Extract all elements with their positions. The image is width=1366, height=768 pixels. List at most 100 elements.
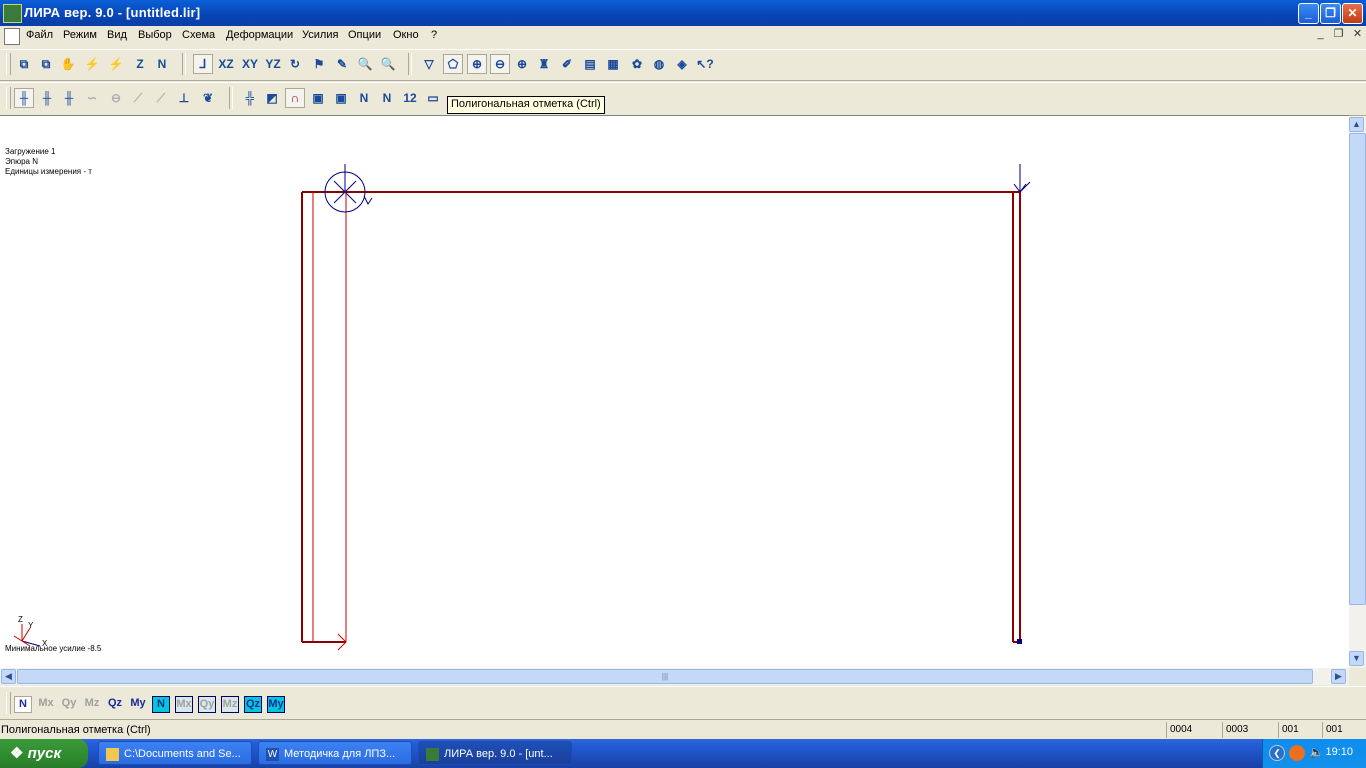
menu-deformations[interactable]: Деформации (226, 28, 293, 44)
grid-frame-3-icon[interactable]: ╫ (59, 88, 79, 108)
mark-n-icon[interactable]: N (152, 54, 172, 74)
force-my-button[interactable]: My (129, 696, 147, 713)
force-qy-button[interactable]: Qy (60, 696, 78, 713)
menu-bar: Файл Режим Вид Выбор Схема Деформации Ус… (0, 26, 1366, 45)
edit-elements-icon[interactable]: ⚡ (106, 54, 126, 74)
menu-forces[interactable]: Усилия (302, 28, 338, 44)
deform-curve-icon[interactable]: ∽ (82, 88, 102, 108)
xy-projection-icon[interactable]: XY (240, 54, 260, 74)
numbering-nodes-icon[interactable]: N (377, 88, 397, 108)
menu-view[interactable]: Вид (107, 28, 127, 44)
menu-select[interactable]: Выбор (138, 28, 172, 44)
zoom-fit-icon[interactable]: 🔍 (378, 54, 398, 74)
select-node-icon[interactable]: ⊕ (467, 54, 487, 74)
close-button[interactable]: ✕ (1342, 3, 1363, 24)
task-explorer[interactable]: C:\Documents and Se... (98, 741, 252, 765)
scroll-right-button[interactable]: ▶ (1331, 669, 1346, 684)
select-fe-icon[interactable]: ⊕ (512, 54, 532, 74)
menu-file[interactable]: Файл (26, 28, 53, 44)
edit-nodes-icon[interactable]: ⚡ (82, 54, 102, 74)
deform-mode-icon[interactable]: ⊖ (106, 88, 126, 108)
minimize-button[interactable]: _ (1298, 3, 1319, 24)
xz-projection-icon[interactable]: XZ (216, 54, 236, 74)
menu-window[interactable]: Окно (393, 28, 419, 44)
axis-view-icon[interactable]: ⅃ (193, 54, 213, 74)
tray-app-icon[interactable] (1289, 745, 1305, 761)
maximize-button[interactable]: ❐ (1320, 3, 1341, 24)
layers-icon[interactable]: ▤ (580, 54, 600, 74)
min-force-label: Минимальное усилие -8.5 (5, 644, 102, 653)
hand-alert-icon[interactable]: ✋ (58, 54, 78, 74)
system-tray: ❮ 🔈 19:10 (1262, 739, 1366, 768)
task-word[interactable]: W Методичка для ЛПЗ... (258, 741, 412, 765)
mdi-restore-button[interactable]: ❐ (1331, 28, 1346, 42)
zoom-icon[interactable]: 🔍 (355, 54, 375, 74)
diagram-qy-button[interactable]: Qy (198, 696, 216, 713)
mark-z-icon[interactable]: Z (130, 54, 150, 74)
title-bar[interactable]: ЛИРА вер. 9.0 - [untitled.lir] _ ❐ ✕ (0, 0, 1366, 26)
copy-scheme-icon[interactable]: ⧉ (14, 54, 34, 74)
force-qz-button[interactable]: Qz (106, 696, 124, 713)
pencil-icon[interactable]: ✎ (332, 54, 352, 74)
force-mx-button[interactable]: Mx (37, 696, 55, 713)
document-icon[interactable] (4, 28, 20, 45)
diagram-mz-button[interactable]: Mz (221, 696, 239, 713)
diagram-qz-button[interactable]: Qz (244, 696, 262, 713)
grid-frame-icon[interactable]: ╫ (14, 88, 34, 108)
diagram-my-button[interactable]: My (267, 696, 285, 713)
diagram-icon[interactable]: ⊥ (174, 88, 194, 108)
toolbar-grip[interactable] (6, 87, 11, 109)
scroll-up-button[interactable]: ▲ (1349, 117, 1364, 132)
copy-icon[interactable]: ⧉ (36, 54, 56, 74)
displacement-z-icon[interactable]: ⟋ (151, 88, 171, 108)
mosaic-icon[interactable]: ◩ (262, 88, 282, 108)
filter-icon[interactable]: ▽ (419, 54, 439, 74)
grid-frame-2-icon[interactable]: ╫ (37, 88, 57, 108)
vertical-scroll-thumb[interactable] (1349, 133, 1366, 605)
document-page-icon[interactable]: ▭ (423, 88, 443, 108)
force-diagram-icon[interactable]: ∩ (285, 88, 305, 108)
task-lira[interactable]: ЛИРА вер. 9.0 - [unt... (418, 741, 572, 765)
tray-arrow-icon[interactable]: ❮ (1269, 745, 1285, 761)
scroll-down-button[interactable]: ▼ (1349, 651, 1364, 666)
polygon-mark-icon[interactable]: ⬠ (443, 54, 463, 74)
toolbar-grip[interactable] (6, 53, 11, 75)
main-toolbar: ⧉ ⧉ ✋ ⚡ ⚡ Z N ⅃ XZ XY YZ ↻ ⚑ ✎ 🔍 🔍 ▽ ⬠ ⊕… (0, 49, 1366, 81)
isofield-icon[interactable]: ▣ (308, 88, 328, 108)
rotate-icon[interactable]: ↻ (285, 54, 305, 74)
toolbar-grip[interactable] (6, 692, 11, 714)
start-button[interactable]: ❖ пуск (0, 739, 88, 768)
context-help-icon[interactable]: ↖? (695, 54, 715, 74)
volume-icon[interactable]: 🔈 (1309, 745, 1324, 761)
menu-options[interactable]: Опции (348, 28, 381, 44)
lira-app-icon[interactable] (3, 4, 22, 23)
clock[interactable]: 19:10 (1325, 746, 1353, 758)
tags-icon[interactable]: ✿ (627, 54, 647, 74)
mdi-close-button[interactable]: ✕ (1350, 28, 1365, 42)
values-icon[interactable]: 12 (400, 88, 420, 108)
mdi-minimize-button[interactable]: _ (1313, 28, 1328, 42)
leaf-icon[interactable]: ❦ (198, 88, 218, 108)
menu-help[interactable]: ? (431, 28, 437, 44)
globe-icon[interactable]: ◍ (649, 54, 669, 74)
box-3d-icon[interactable]: ◈ (672, 54, 692, 74)
drawing-canvas[interactable]: Загружение 1 Эпюра N Единицы измерения -… (0, 115, 1349, 669)
mosaic-frame-icon[interactable]: ╬ (240, 88, 260, 108)
bottle-icon[interactable]: ♜ (534, 54, 554, 74)
menu-scheme[interactable]: Схема (182, 28, 215, 44)
flag-icon[interactable]: ⚑ (309, 54, 329, 74)
diagram-n-button[interactable]: N (152, 696, 170, 713)
diagram-mx-button[interactable]: Mx (175, 696, 193, 713)
yz-projection-icon[interactable]: YZ (263, 54, 283, 74)
eraser-icon[interactable]: ✐ (557, 54, 577, 74)
force-mz-button[interactable]: Mz (83, 696, 101, 713)
isoline-icon[interactable]: ▣ (331, 88, 351, 108)
select-element-icon[interactable]: ⊖ (490, 54, 510, 74)
displacement-icon[interactable]: ⟋ (128, 88, 148, 108)
horizontal-scroll-thumb[interactable]: ||| (17, 669, 1313, 684)
notes-icon[interactable]: ▦ (603, 54, 623, 74)
numbering-n-icon[interactable]: N (354, 88, 374, 108)
scroll-left-button[interactable]: ◀ (1, 669, 16, 684)
menu-mode[interactable]: Режим (63, 28, 97, 44)
force-n-button[interactable]: N (14, 696, 32, 713)
